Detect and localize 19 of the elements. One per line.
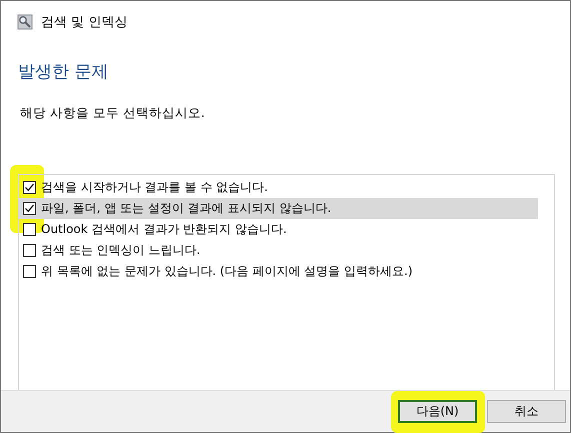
search-icon [17, 14, 33, 30]
checkbox[interactable] [23, 223, 36, 236]
checkbox[interactable] [23, 265, 36, 278]
cancel-button[interactable]: 취소 [487, 400, 566, 423]
problem-label: 파일, 폴더, 앱 또는 설정이 결과에 표시되지 않습니다. [41, 200, 332, 217]
problem-item[interactable]: 파일, 폴더, 앱 또는 설정이 결과에 표시되지 않습니다. [19, 198, 538, 219]
checkbox[interactable] [23, 244, 36, 257]
window-title: 검색 및 인덱싱 [41, 14, 128, 31]
page-heading: 발생한 문제 [18, 61, 110, 83]
instruction-text: 해당 사항을 모두 선택하십시오. [20, 105, 206, 122]
problem-label: Outlook 검색에서 결과가 반환되지 않습니다. [41, 221, 287, 238]
problem-label: 위 목록에 없는 문제가 있습니다. (다음 페이지에 설명을 입력하세요.) [41, 263, 413, 280]
problem-item[interactable]: 검색 또는 인덱싱이 느립니다. [19, 240, 538, 261]
problem-item[interactable]: 위 목록에 없는 문제가 있습니다. (다음 페이지에 설명을 입력하세요.) [19, 261, 538, 282]
problem-item[interactable]: Outlook 검색에서 결과가 반환되지 않습니다. [19, 219, 538, 240]
problem-label: 검색 또는 인덱싱이 느립니다. [41, 242, 200, 259]
next-button[interactable]: 다음(N) [398, 400, 477, 423]
checkbox[interactable] [23, 181, 36, 194]
checkbox[interactable] [23, 202, 36, 215]
